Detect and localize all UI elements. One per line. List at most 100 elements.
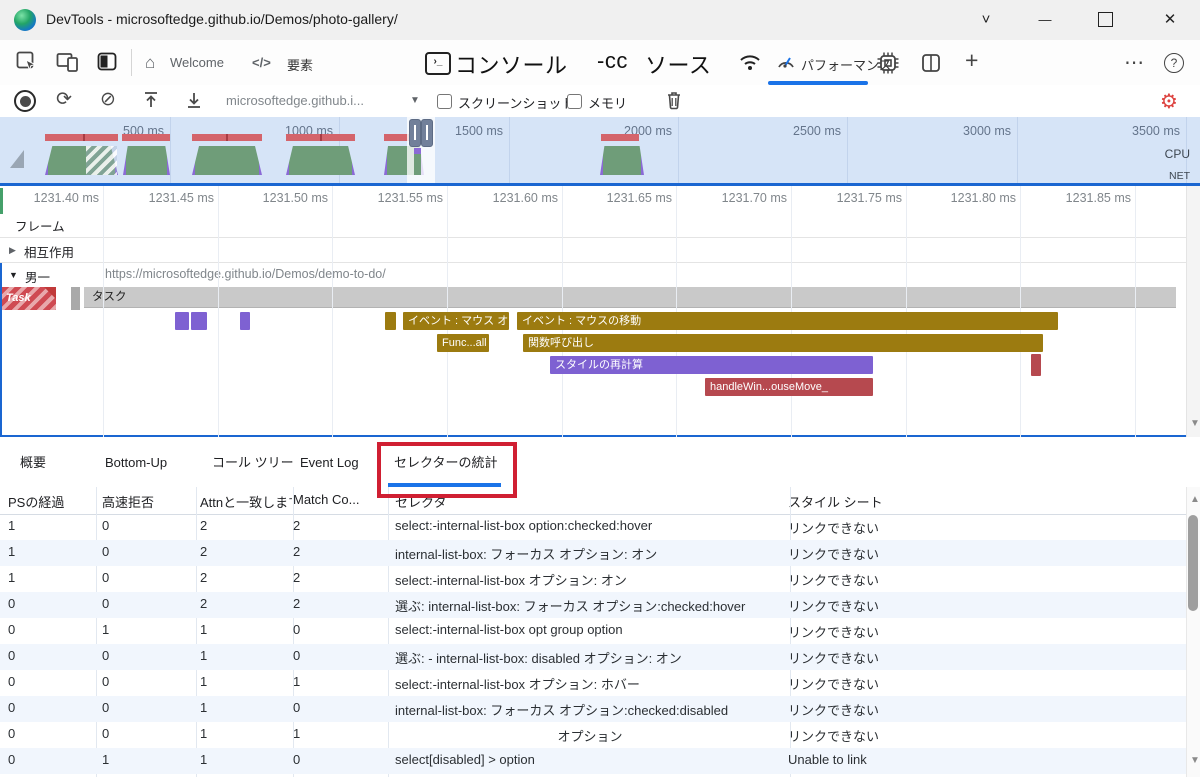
flame-event-bar[interactable]: スタイルの再計算 <box>550 356 873 374</box>
table-row[interactable]: 0110select[disabled] > optionUnable to l… <box>0 748 1186 774</box>
dock-chevron-button[interactable]: ˅ <box>963 6 1009 34</box>
reload-record-button[interactable]: ⟳ <box>56 88 72 112</box>
interactions-collapse-icon[interactable]: ▶ <box>9 245 16 256</box>
edge-devtools-icon <box>14 9 36 31</box>
load-profile-icon[interactable] <box>143 91 159 109</box>
task-bar[interactable]: タスク <box>84 287 1176 308</box>
help-icon[interactable]: ? <box>1164 53 1184 73</box>
network-wifi-icon[interactable] <box>738 52 762 72</box>
tab-elements[interactable]: 要素 <box>287 55 313 74</box>
cell-numeric: 0 <box>293 752 383 767</box>
cell-numeric: 0 <box>293 700 383 715</box>
interactions-track-label[interactable]: 相互作用 <box>24 242 74 261</box>
table-row[interactable]: 0011select:-internal-list-box オプション: ホバー… <box>0 670 1186 696</box>
table-row[interactable]: 0110select:-internal-list-box opt group … <box>0 618 1186 644</box>
cell-numeric: 1 <box>102 622 194 637</box>
cell-numeric: 0 <box>8 752 94 767</box>
flame-event-bar[interactable]: イベント : マウス オーバー <box>403 312 509 330</box>
tab-概要[interactable]: 概要 <box>20 439 46 487</box>
cell-stylesheet: リンクできない <box>788 726 1170 745</box>
flame-scrollbar[interactable]: ▼ <box>1186 186 1200 437</box>
cell-numeric: 1 <box>293 726 383 741</box>
memory-chip-icon[interactable] <box>876 51 900 75</box>
main-collapse-icon[interactable]: ▼ <box>9 270 18 280</box>
page-select[interactable]: microsoftedge.github.i... <box>226 93 364 108</box>
scroll-down-icon[interactable]: ▼ <box>1190 418 1200 429</box>
tab-welcome[interactable]: Welcome <box>170 55 224 70</box>
memory-checkbox[interactable] <box>567 94 582 109</box>
inspect-icon[interactable] <box>16 51 38 73</box>
main-track-label[interactable]: 男一 <box>25 267 50 286</box>
more-tabs-button[interactable]: + <box>965 47 978 74</box>
flame-event-bar[interactable]: イベント : マウスの移動 <box>517 312 1058 330</box>
cell-numeric: 0 <box>102 726 194 741</box>
table-row[interactable]: 1022internal-list-box: フォーカス オプション: オンリン… <box>0 540 1186 566</box>
long-task-divider <box>226 134 228 141</box>
tab-コール ツリー[interactable]: コール ツリー <box>212 439 294 487</box>
flame-event-bar[interactable] <box>240 312 250 330</box>
tab-Bottom-Up[interactable]: Bottom-Up <box>105 439 167 487</box>
column-header-高速拒否[interactable]: 高速拒否 <box>102 492 194 511</box>
home-icon: ⌂ <box>145 53 155 73</box>
minimize-button[interactable]: — <box>1022 6 1068 34</box>
table-row[interactable]: 1022select:-internal-list-box option:che… <box>0 514 1186 540</box>
flame-event-bar[interactable]: Func...all <box>437 334 489 352</box>
table-scroll-thumb[interactable] <box>1188 515 1198 611</box>
cell-stylesheet: リンクできない <box>788 674 1170 693</box>
cell-selector: select:-internal-list-box オプション: ホバー <box>395 674 785 693</box>
scroll-up-icon[interactable]: ▲ <box>1190 494 1200 505</box>
table-row[interactable]: 1022select:-internal-list-box オプション: オンリ… <box>0 566 1186 592</box>
flame-ruler-label: 1231.65 ms <box>582 191 672 205</box>
long-task-divider <box>83 134 85 141</box>
selection-handle-right[interactable] <box>421 119 433 147</box>
cell-numeric: 0 <box>102 648 194 663</box>
flame-event-bar[interactable]: 関数呼び出し <box>523 334 1043 352</box>
trash-icon[interactable] <box>665 90 683 110</box>
tab-Event Log[interactable]: Event Log <box>300 439 359 487</box>
flame-event-bar[interactable] <box>191 312 207 330</box>
cell-numeric: 2 <box>200 544 292 559</box>
capture-settings-gear-icon[interactable]: ⚙ <box>1160 89 1178 114</box>
cell-numeric: 0 <box>8 596 94 611</box>
more-options-icon[interactable]: ⋯ <box>1124 50 1144 75</box>
flame-chart[interactable]: フレーム ▶ 相互作用 ▼ 男一 https://microsoftedge.g… <box>0 186 1200 437</box>
cell-numeric: 0 <box>102 700 194 715</box>
cell-numeric: 1 <box>200 674 292 689</box>
table-row[interactable]: 0010internal-list-box: フォーカス オプション:check… <box>0 696 1186 722</box>
device-toolbar-icon[interactable] <box>56 51 80 73</box>
save-profile-icon[interactable] <box>186 91 202 109</box>
column-header-セレクタ[interactable]: セレクタ <box>395 492 785 511</box>
flame-event-bar[interactable] <box>1031 354 1041 376</box>
flame-ruler-label: 1231.40 ms <box>9 191 99 205</box>
cell-numeric: 1 <box>8 544 94 559</box>
overview-time-label: 3000 ms <box>931 124 1011 138</box>
tab-console[interactable]: コンソール <box>455 48 568 80</box>
column-header-Match Co...[interactable]: Match Co... <box>293 492 383 507</box>
flame-ruler-label: 1231.50 ms <box>238 191 328 205</box>
maximize-button[interactable] <box>1098 12 1113 27</box>
column-header-スタイル シート[interactable]: スタイル シート <box>788 492 1180 511</box>
flame-event-bar[interactable] <box>175 312 189 330</box>
flame-event-bar[interactable]: handleWin...ouseMove_ <box>705 378 873 396</box>
tab-sources[interactable]: ソース <box>645 48 711 80</box>
column-header-Attnと一致します[interactable]: Attnと一致します <box>200 492 292 511</box>
long-task-indicator <box>286 134 355 141</box>
screenshots-checkbox[interactable] <box>437 94 452 109</box>
cell-numeric: 0 <box>8 622 94 637</box>
clear-button[interactable]: ⊘ <box>100 88 116 112</box>
table-row[interactable]: 0011オプションリンクできない <box>0 722 1186 748</box>
selection-handle-left[interactable] <box>409 119 421 147</box>
dock-side-icon[interactable] <box>97 51 119 73</box>
table-row[interactable]: 0022選ぶ: internal-list-box: フォーカス オプション:c… <box>0 592 1186 618</box>
column-header-PSの経過[interactable]: PSの経過 <box>8 492 94 511</box>
flame-event-bar[interactable] <box>385 312 396 330</box>
scroll-down-icon[interactable]: ▼ <box>1190 755 1200 766</box>
timeline-overview[interactable]: 500 ms1000 ms1500 ms2000 ms2500 ms3000 m… <box>0 117 1200 183</box>
close-button[interactable]: ✕ <box>1147 6 1193 34</box>
cell-numeric: 0 <box>8 726 94 741</box>
tab-セレクターの統計[interactable]: セレクターの統計 <box>394 439 497 487</box>
task-fragment[interactable] <box>71 287 80 310</box>
application-box-icon[interactable] <box>921 53 943 73</box>
table-row[interactable]: 0010選ぶ: - internal-list-box: disabled オプ… <box>0 644 1186 670</box>
cell-numeric: 0 <box>293 622 383 637</box>
